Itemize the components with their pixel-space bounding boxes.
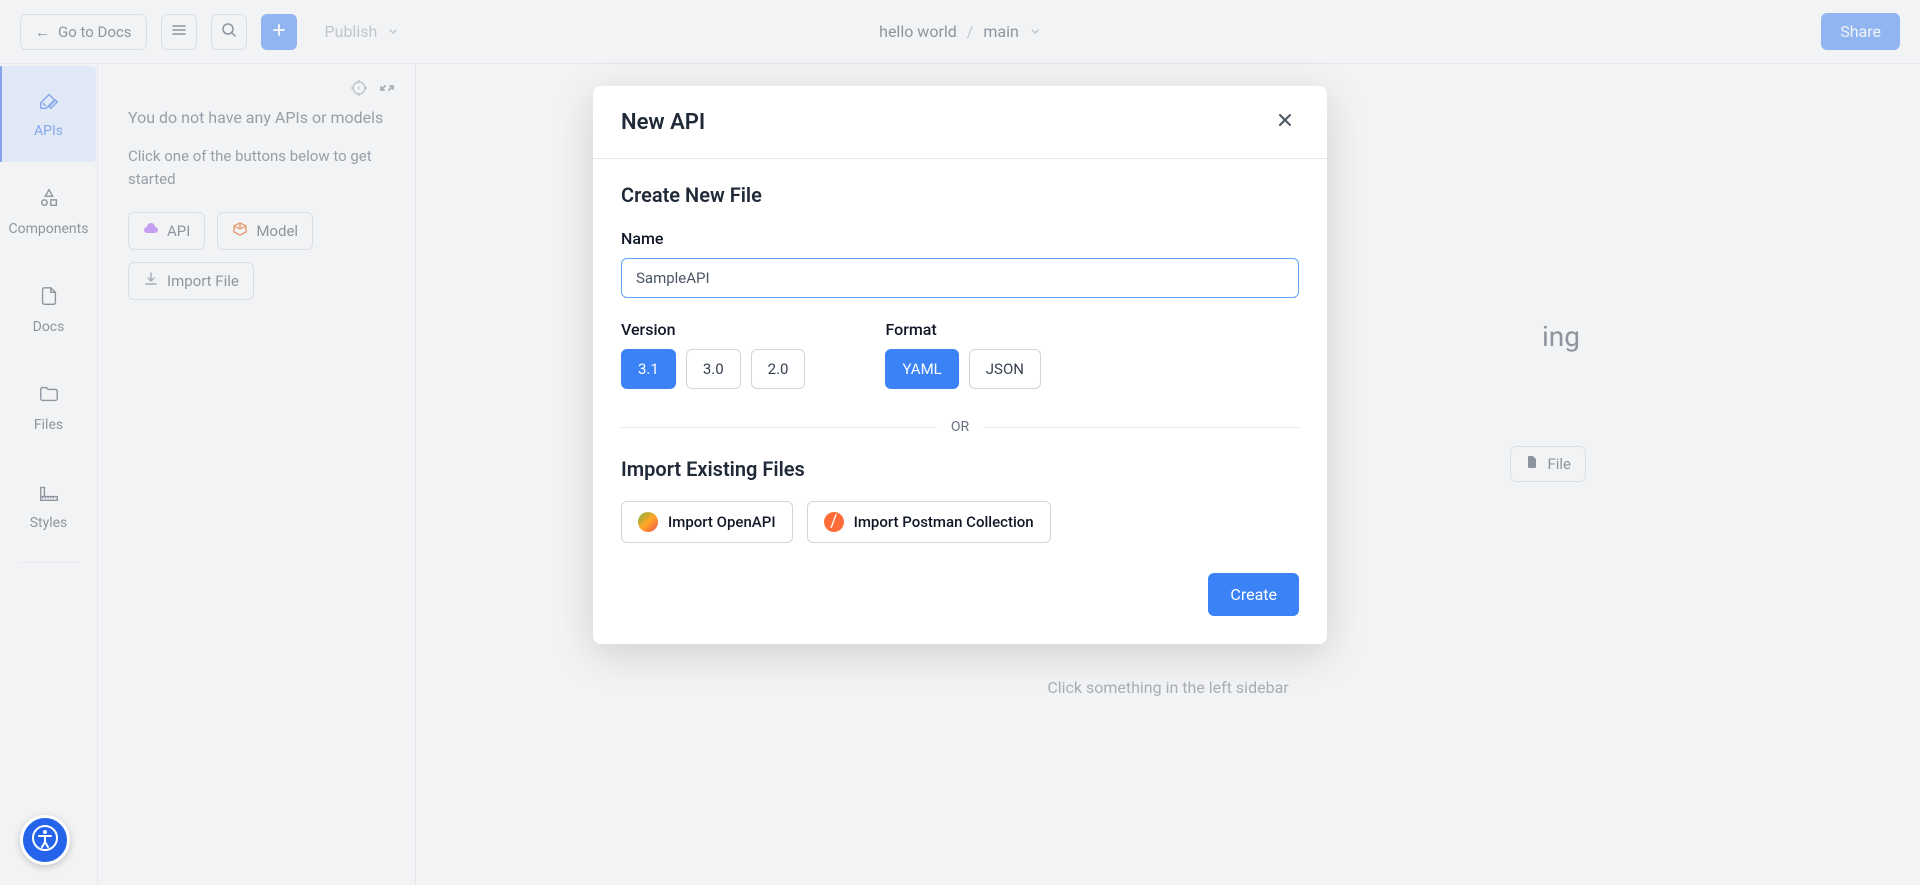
postman-icon: ⟋ xyxy=(821,509,847,535)
version-31-button[interactable]: 3.1 xyxy=(621,349,676,389)
openapi-icon xyxy=(638,512,658,532)
modal-overlay[interactable]: New API Create New File Name Version 3.1… xyxy=(0,0,1920,885)
close-button[interactable] xyxy=(1271,108,1299,136)
modal-body: Create New File Name Version 3.1 3.0 2.0… xyxy=(593,159,1327,644)
name-label: Name xyxy=(621,229,1299,248)
format-yaml-button[interactable]: YAML xyxy=(885,349,958,389)
import-postman-label: Import Postman Collection xyxy=(854,513,1034,531)
or-text: OR xyxy=(937,419,983,435)
version-segment-group: 3.1 3.0 2.0 xyxy=(621,349,805,389)
format-segment-group: YAML JSON xyxy=(885,349,1040,389)
name-input[interactable] xyxy=(621,258,1299,298)
import-openapi-label: Import OpenAPI xyxy=(668,513,776,531)
create-button[interactable]: Create xyxy=(1208,573,1299,616)
import-buttons: Import OpenAPI ⟋ Import Postman Collecti… xyxy=(621,501,1299,543)
accessibility-button[interactable] xyxy=(20,815,70,865)
accessibility-icon xyxy=(31,824,59,856)
form-row: Version 3.1 3.0 2.0 Format YAML JSON xyxy=(621,320,1299,411)
import-section-title: Import Existing Files xyxy=(621,457,1299,481)
import-openapi-button[interactable]: Import OpenAPI xyxy=(621,501,793,543)
new-api-modal: New API Create New File Name Version 3.1… xyxy=(593,86,1327,644)
format-form-group: Format YAML JSON xyxy=(885,320,1040,389)
name-form-group: Name xyxy=(621,229,1299,298)
or-divider: OR xyxy=(621,419,1299,435)
version-20-button[interactable]: 2.0 xyxy=(751,349,806,389)
format-json-button[interactable]: JSON xyxy=(969,349,1041,389)
version-label: Version xyxy=(621,320,805,339)
modal-header: New API xyxy=(593,86,1327,158)
version-30-button[interactable]: 3.0 xyxy=(686,349,741,389)
create-section-title: Create New File xyxy=(621,183,1299,207)
modal-title: New API xyxy=(621,110,705,135)
modal-footer: Create xyxy=(621,573,1299,616)
close-icon xyxy=(1275,110,1295,134)
import-postman-button[interactable]: ⟋ Import Postman Collection xyxy=(807,501,1051,543)
version-form-group: Version 3.1 3.0 2.0 xyxy=(621,320,805,389)
format-label: Format xyxy=(885,320,1040,339)
create-button-label: Create xyxy=(1230,585,1277,604)
